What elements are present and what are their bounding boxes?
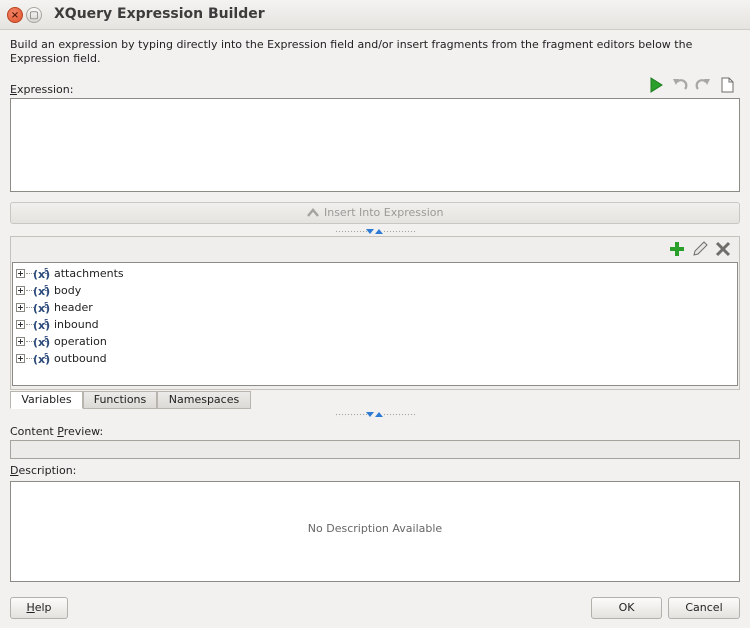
tree-row-label: attachments: [54, 267, 124, 280]
run-button[interactable]: [647, 76, 665, 94]
title-bar: × ▢ XQuery Expression Builder: [0, 0, 750, 30]
content-preview-label: Content Preview:: [10, 425, 104, 438]
run-icon: [650, 77, 663, 93]
collapse-down-icon: [366, 229, 374, 234]
pencil-icon: [693, 241, 708, 256]
tree-row-label: inbound: [54, 318, 99, 331]
expression-input[interactable]: [10, 98, 740, 192]
fragment-editor-panel: (x) ξ attachments (x) ξ body (x) ξ header (…: [10, 236, 740, 390]
collapse-up-icon: [375, 229, 383, 234]
variable-icon: (x)ξ: [33, 318, 50, 332]
redo-icon: [695, 79, 710, 90]
splitter-handle[interactable]: [335, 412, 417, 418]
add-button[interactable]: [668, 240, 686, 258]
insert-button-label: Insert Into Expression: [323, 206, 444, 219]
help-button[interactable]: Help: [10, 597, 68, 619]
svg-text:ξ: ξ: [44, 318, 48, 327]
svg-text:ξ: ξ: [44, 352, 48, 361]
description-text: No Description Available: [307, 522, 443, 535]
tab-namespaces[interactable]: Namespaces: [157, 391, 251, 409]
svg-text:ξ: ξ: [44, 267, 48, 276]
delete-button[interactable]: [714, 240, 732, 258]
expand-icon[interactable]: [16, 286, 25, 295]
tree-row[interactable]: (x) ξ header: [13, 299, 733, 316]
tree-row[interactable]: (x) ξ inbound: [13, 316, 733, 333]
add-icon: [670, 242, 684, 256]
variable-icon: (x)ξ: [33, 284, 50, 298]
description-panel: No Description Available: [10, 481, 740, 582]
tree-row[interactable]: (x) ξ outbound: [13, 350, 733, 367]
svg-text:ξ: ξ: [44, 335, 48, 344]
variable-icon: (x)ξ: [33, 301, 50, 315]
description-label: Description:: [10, 464, 77, 477]
tree-row-label: body: [54, 284, 82, 297]
variable-icon: (x)ξ: [33, 352, 50, 366]
expand-icon[interactable]: [16, 269, 25, 278]
tree-row-label: header: [54, 301, 93, 314]
tree-row[interactable]: (x) ξ operation: [13, 333, 733, 350]
tree-row[interactable]: (x) ξ body: [13, 282, 733, 299]
ok-button[interactable]: OK: [591, 597, 662, 619]
expand-icon[interactable]: [16, 354, 25, 363]
collapse-up-icon: [375, 412, 383, 417]
content-preview-field: [10, 440, 740, 459]
variable-icon: (x)ξ: [33, 267, 50, 281]
expand-icon[interactable]: [16, 303, 25, 312]
tree-row-label: outbound: [54, 352, 107, 365]
svg-text:ξ: ξ: [44, 284, 48, 293]
clear-button[interactable]: [718, 76, 736, 94]
tree-row-label: operation: [54, 335, 107, 348]
expand-icon[interactable]: [16, 320, 25, 329]
chevron-up-icon: [307, 208, 320, 217]
edit-button[interactable]: [691, 240, 709, 258]
variable-icon: (x)ξ: [33, 335, 50, 349]
splitter-handle[interactable]: [335, 229, 417, 235]
variables-tree[interactable]: (x) ξ attachments (x) ξ body (x) ξ header (…: [12, 262, 738, 386]
cancel-button[interactable]: Cancel: [668, 597, 740, 619]
tree-row[interactable]: (x) ξ attachments: [13, 265, 733, 282]
delete-icon: [715, 241, 731, 257]
expression-label: Expression:: [10, 83, 74, 96]
instructions-text: Build an expression by typing directly i…: [10, 38, 693, 65]
collapse-down-icon: [366, 412, 374, 417]
tab-functions[interactable]: Functions: [83, 391, 157, 409]
undo-icon: [673, 79, 688, 90]
tab-variables[interactable]: Variables: [10, 391, 83, 409]
undo-button[interactable]: [671, 76, 689, 94]
expand-icon[interactable]: [16, 337, 25, 346]
redo-button[interactable]: [694, 76, 712, 94]
page-icon: [721, 77, 734, 93]
insert-into-expression-button[interactable]: Insert Into Expression: [10, 202, 740, 224]
close-window-button[interactable]: ×: [7, 7, 23, 23]
maximize-window-button[interactable]: ▢: [26, 7, 42, 23]
svg-text:ξ: ξ: [44, 301, 48, 310]
window-title: XQuery Expression Builder: [54, 6, 265, 22]
